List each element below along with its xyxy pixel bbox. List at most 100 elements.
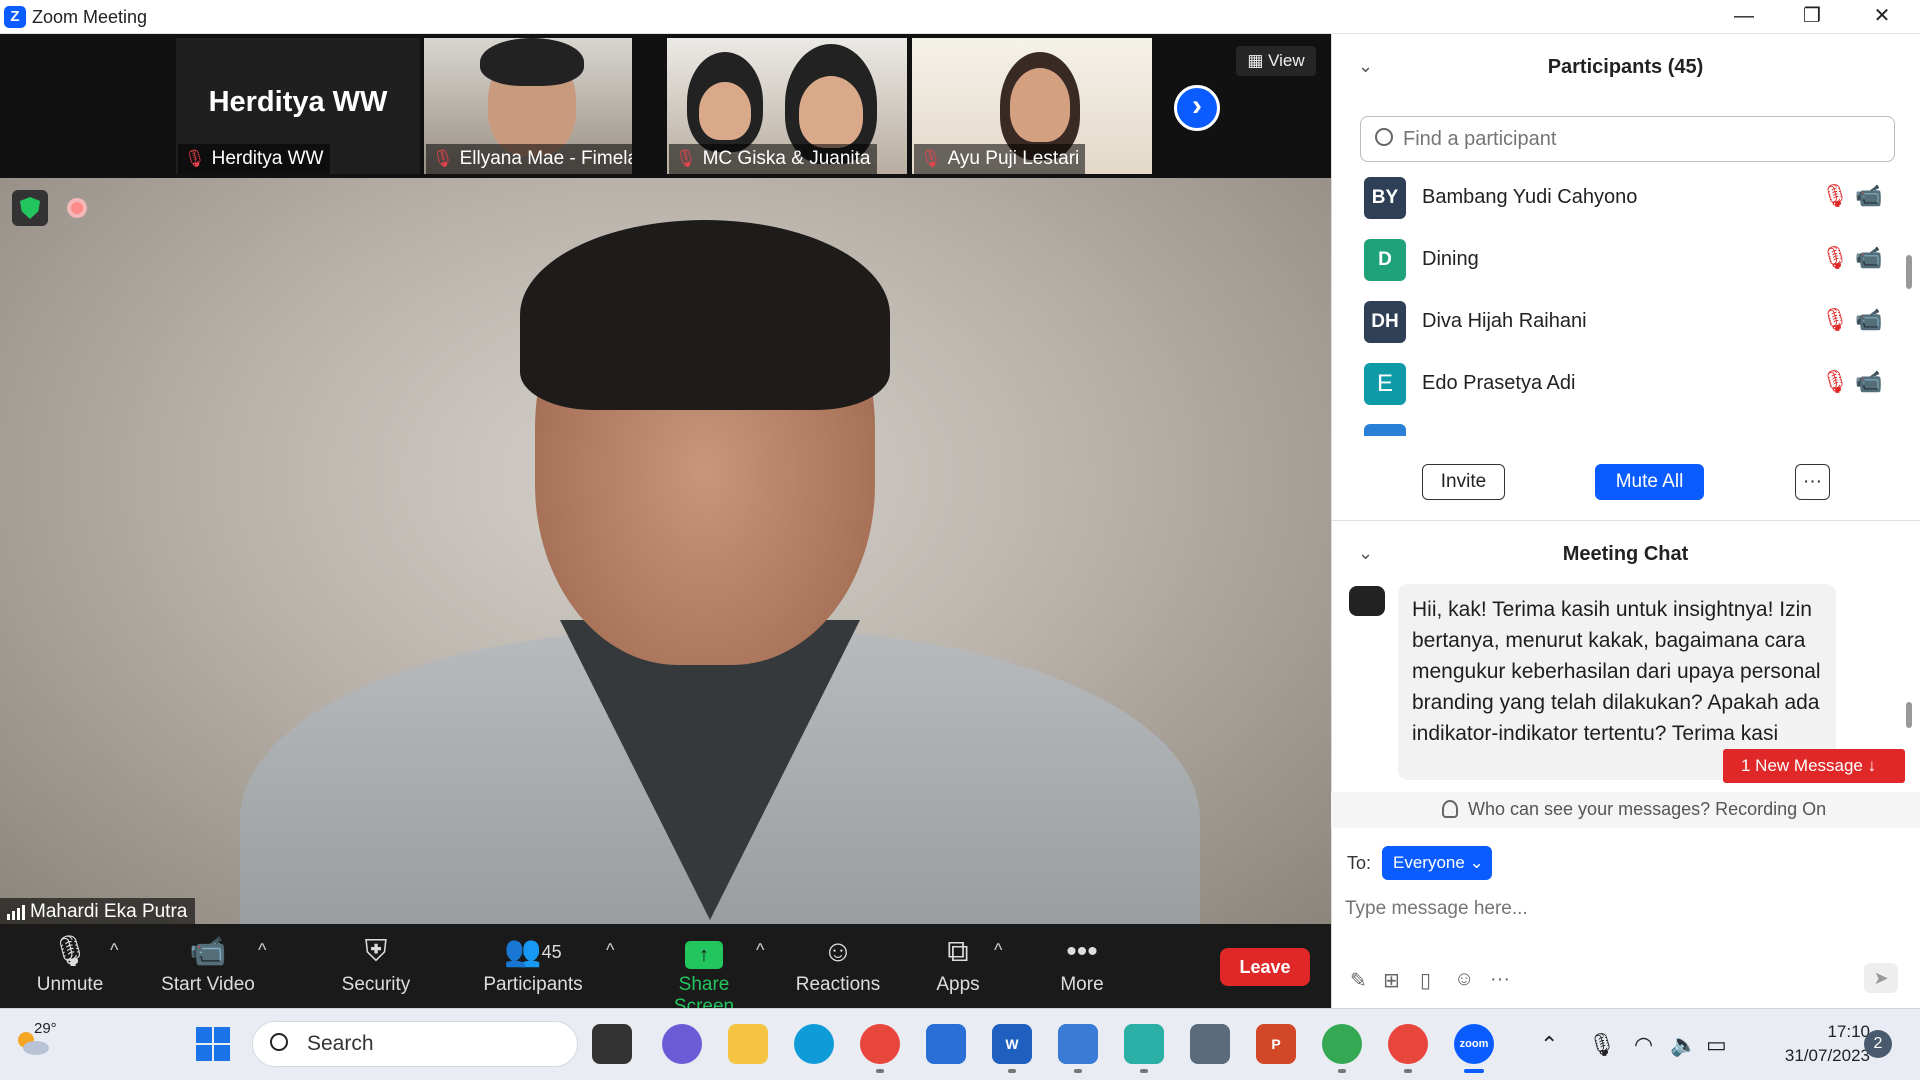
taskbar-search[interactable]: Search bbox=[252, 1021, 578, 1067]
signal-strength-icon bbox=[7, 905, 25, 920]
more-button[interactable]: ••• More bbox=[1050, 930, 1114, 1006]
minimize-button[interactable]: — bbox=[1714, 0, 1774, 34]
mic-muted-icon: 🎙 bbox=[1821, 369, 1849, 394]
calculator-icon[interactable] bbox=[1190, 1024, 1230, 1064]
restore-button[interactable]: ❐ bbox=[1782, 0, 1842, 34]
apps-icon: ⧉ bbox=[947, 935, 969, 968]
video-options-caret[interactable]: ^ bbox=[258, 940, 266, 961]
powerpoint-icon[interactable]: P bbox=[1256, 1024, 1296, 1064]
chrome-icon[interactable] bbox=[1388, 1024, 1428, 1064]
recipient-select[interactable]: Everyone ⌄ bbox=[1382, 846, 1492, 880]
participant-name: MC Giska & Juanita bbox=[702, 148, 871, 169]
participant-display-name: Herditya WW bbox=[208, 86, 388, 118]
avatar bbox=[1349, 586, 1385, 616]
audio-options-caret[interactable]: ^ bbox=[110, 940, 118, 961]
mute-all-button[interactable]: Mute All bbox=[1595, 464, 1704, 500]
zoom-icon[interactable]: zoom bbox=[1454, 1024, 1494, 1064]
participant-video bbox=[799, 76, 863, 148]
notification-badge[interactable]: 2 bbox=[1864, 1030, 1892, 1058]
participant-row[interactable]: DH Diva Hijah Raihani 🎙 📹 bbox=[1364, 301, 1894, 351]
video-off-icon: 📹 bbox=[1855, 183, 1883, 208]
participant-video bbox=[699, 82, 751, 140]
participants-panel-title: Participants (45) bbox=[1547, 56, 1704, 78]
video-off-icon: 📹 bbox=[189, 935, 227, 968]
apps-options-caret[interactable]: ^ bbox=[994, 940, 1002, 961]
volume-icon[interactable]: 🔈 bbox=[1670, 1032, 1697, 1058]
avatar: DH bbox=[1364, 301, 1406, 343]
security-button[interactable]: ⛨ Security bbox=[334, 930, 418, 1006]
file-icon[interactable]: ▯ bbox=[1420, 968, 1431, 993]
apps-button[interactable]: ⧉ Apps bbox=[930, 930, 986, 1006]
participant-row[interactable]: BY Bambang Yudi Cahyono 🎙 📹 bbox=[1364, 177, 1894, 227]
participant-thumbnail[interactable]: 🎙 Ellyana Mae - Fimela.c... bbox=[424, 38, 632, 174]
file-explorer-icon[interactable] bbox=[728, 1024, 768, 1064]
more-label: More bbox=[1060, 974, 1104, 995]
participants-more-button[interactable]: ··· bbox=[1795, 464, 1830, 500]
unmute-label: Unmute bbox=[36, 974, 104, 995]
privacy-notice[interactable]: Who can see your messages? Recording On bbox=[1468, 799, 1826, 820]
invite-button[interactable]: Invite bbox=[1422, 464, 1505, 500]
participants-options-caret[interactable]: ^ bbox=[606, 940, 614, 961]
avatar: D bbox=[1364, 239, 1406, 281]
more-dots-icon[interactable]: ··· bbox=[1490, 968, 1510, 991]
mic-muted-icon: 🎙 bbox=[1821, 183, 1849, 208]
participant-thumbnail[interactable]: 🎙 MC Giska & Juanita bbox=[667, 38, 907, 174]
new-message-button[interactable]: 1 New Message ↓ bbox=[1723, 749, 1905, 783]
grid-icon: ▦ bbox=[1247, 51, 1269, 70]
mic-muted-icon: 🎙 bbox=[1821, 307, 1849, 332]
chevron-up-icon[interactable]: ⌃ bbox=[1540, 1032, 1558, 1058]
panel-divider bbox=[1331, 520, 1920, 521]
temperature: 29° bbox=[34, 1020, 57, 1037]
snipping-tool-icon[interactable] bbox=[1058, 1024, 1098, 1064]
more-dots-icon: ••• bbox=[1066, 935, 1098, 968]
meet-chat-icon[interactable] bbox=[662, 1024, 702, 1064]
share-options-caret[interactable]: ^ bbox=[756, 940, 764, 961]
participant-name: Edo Prasetya Adi bbox=[1422, 372, 1576, 394]
participants-button[interactable]: 👥45 Participants bbox=[478, 930, 588, 1006]
edge-icon[interactable] bbox=[794, 1024, 834, 1064]
find-participant-input[interactable] bbox=[1360, 116, 1895, 162]
mic-muted-icon: 🎙 bbox=[1821, 245, 1849, 270]
format-icon[interactable]: ✎ bbox=[1350, 968, 1367, 993]
battery-icon[interactable]: ▭ bbox=[1706, 1032, 1727, 1058]
close-button[interactable]: ✕ bbox=[1852, 0, 1912, 34]
word-icon[interactable]: W bbox=[992, 1024, 1032, 1064]
share-screen-button[interactable]: ↑ Share Screen bbox=[646, 930, 762, 1017]
unmute-button[interactable]: 🎙 Unmute bbox=[28, 930, 112, 1006]
notepad-icon[interactable] bbox=[926, 1024, 966, 1064]
chrome-icon[interactable] bbox=[860, 1024, 900, 1064]
emoji-icon[interactable]: ☺ bbox=[1454, 968, 1474, 991]
chrome-icon[interactable] bbox=[1322, 1024, 1362, 1064]
reactions-button[interactable]: ☺ Reactions bbox=[792, 930, 884, 1006]
clock-time[interactable]: 17:10 bbox=[1780, 1022, 1870, 1042]
participant-thumbnail[interactable]: Herditya WW 🎙 Herditya WW bbox=[176, 38, 420, 174]
view-button[interactable]: ▦ View bbox=[1236, 46, 1316, 76]
person-icon bbox=[1442, 800, 1458, 818]
participant-thumbnail[interactable]: 🎙 Ayu Puji Lestari bbox=[912, 38, 1152, 174]
message-input[interactable] bbox=[1345, 891, 1885, 927]
windows-start-icon[interactable] bbox=[196, 1027, 230, 1061]
screenshot-icon[interactable]: ⊞ bbox=[1383, 968, 1400, 993]
task-view-icon[interactable] bbox=[592, 1024, 632, 1064]
paint-icon[interactable] bbox=[1124, 1024, 1164, 1064]
start-video-button[interactable]: 📹 Start Video bbox=[156, 930, 260, 1006]
running-indicator bbox=[1140, 1069, 1148, 1073]
participant-name: Bambang Yudi Cahyono bbox=[1422, 186, 1638, 208]
microphone-icon[interactable]: 🎙 bbox=[1588, 1032, 1616, 1058]
participant-name: Dining bbox=[1422, 248, 1479, 270]
participants-scrollbar[interactable] bbox=[1906, 255, 1912, 289]
to-label: To: bbox=[1347, 853, 1372, 873]
participant-row[interactable]: E Edo Prasetya Adi 🎙 📹 bbox=[1364, 363, 1894, 413]
title-bar bbox=[0, 0, 1920, 34]
participant-row[interactable]: D Dining 🎙 📹 bbox=[1364, 239, 1894, 289]
participants-icon: 👥45 bbox=[504, 935, 562, 968]
leave-button[interactable]: Leave bbox=[1220, 948, 1310, 986]
video-off-icon: 📹 bbox=[1855, 245, 1883, 270]
wifi-icon[interactable]: ◠ bbox=[1634, 1032, 1653, 1058]
next-page-button[interactable]: › bbox=[1174, 85, 1220, 131]
mic-muted-icon: 🎙 bbox=[184, 149, 206, 168]
send-icon[interactable]: ➤ bbox=[1864, 963, 1898, 993]
clock-date[interactable]: 31/07/2023 bbox=[1740, 1046, 1870, 1066]
chat-scrollbar[interactable] bbox=[1906, 702, 1912, 728]
apps-label: Apps bbox=[936, 974, 980, 995]
